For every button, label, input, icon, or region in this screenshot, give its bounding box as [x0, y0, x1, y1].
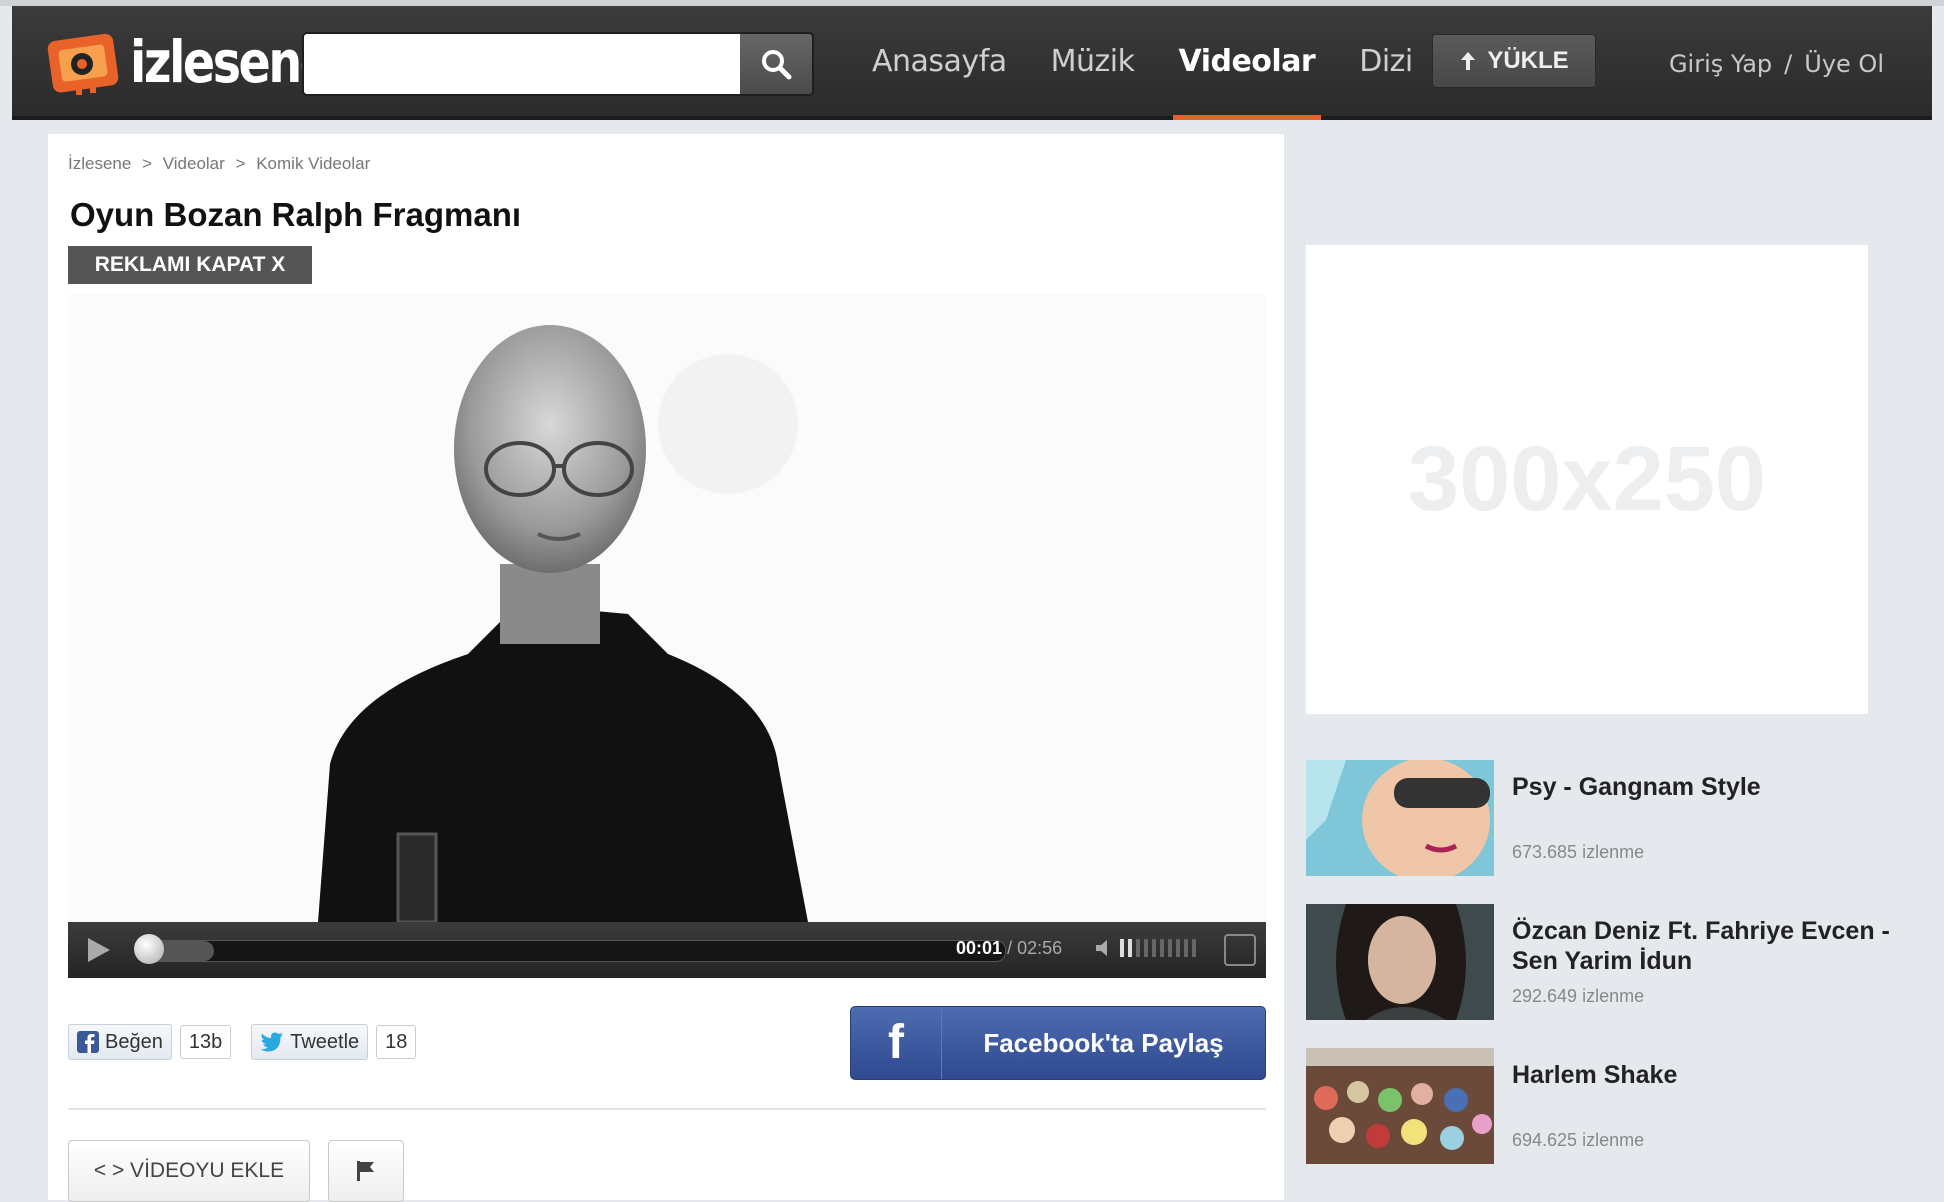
fullscreen-icon[interactable] — [1224, 934, 1256, 966]
progress-bar[interactable] — [144, 940, 1006, 962]
volume-bar — [1144, 939, 1148, 957]
breadcrumb: İzlesene > Videolar > Komik Videolar — [68, 154, 376, 174]
video-thumbnail[interactable] — [1306, 1048, 1494, 1164]
current-time: 00:01 — [956, 938, 1003, 958]
list-item[interactable]: Psy - Gangnam Style 673.685 izlenme — [1306, 760, 1926, 878]
thumbnail-image — [1306, 1048, 1494, 1164]
facebook-share-label: Facebook'ta Paylaş — [983, 1027, 1224, 1058]
search-icon — [762, 50, 792, 80]
nav-music[interactable]: Müzik — [1051, 6, 1135, 116]
volume-control[interactable] — [1094, 938, 1196, 958]
report-button[interactable] — [328, 1140, 404, 1202]
video-panel: İzlesene > Videolar > Komik Videolar Oyu… — [48, 134, 1284, 1202]
related-views: 694.625 izlenme — [1512, 1130, 1645, 1150]
breadcrumb-home[interactable]: İzlesene — [68, 154, 131, 173]
close-ad-button[interactable]: REKLAMI KAPAT X — [68, 246, 312, 284]
total-time: 02:56 — [1017, 938, 1063, 958]
thumbnail-image — [1306, 904, 1494, 1020]
video-player-screen[interactable] — [68, 294, 1266, 922]
volume-bar — [1176, 939, 1180, 957]
related-views: 673.685 izlenme — [1512, 842, 1645, 862]
facebook-icon — [77, 1031, 99, 1053]
like-count: 13b — [179, 1025, 232, 1059]
player-controls: 00:01 / 02:56 — [68, 922, 1266, 978]
search-box — [302, 32, 814, 96]
time-separator: / — [1007, 938, 1013, 958]
breadcrumb-sep: > — [142, 154, 152, 173]
login-link[interactable]: Giriş Yap — [1669, 50, 1772, 78]
breadcrumb-sep: > — [235, 154, 246, 173]
login-separator: / — [1784, 50, 1793, 78]
related-views: 292.649 izlenme — [1512, 986, 1645, 1006]
related-title[interactable]: Özcan Deniz Ft. Fahriye Evcen - Sen Yari… — [1512, 916, 1902, 976]
login-area: Giriş Yap / Üye Ol — [1663, 50, 1890, 78]
video-thumbnail[interactable] — [1306, 904, 1494, 1020]
main-nav: Anasayfa Müzik Videolar Dizi — [872, 6, 1457, 120]
tweet-label: Tweetle — [290, 1030, 360, 1053]
divider — [68, 1108, 1266, 1110]
related-title[interactable]: Harlem Shake — [1512, 1060, 1902, 1090]
facebook-share-button[interactable]: f Facebook'ta Paylaş — [850, 1006, 1266, 1080]
logo-text: izlesene — [130, 28, 332, 96]
upload-arrow-icon — [1461, 52, 1476, 70]
volume-bar — [1184, 939, 1188, 957]
flag-icon — [357, 1161, 374, 1181]
related-title[interactable]: Psy - Gangnam Style — [1512, 772, 1902, 802]
thumbnail-image — [1306, 760, 1494, 876]
speaker-icon — [1096, 940, 1107, 956]
signup-link[interactable]: Üye Ol — [1804, 50, 1884, 78]
volume-bar — [1152, 939, 1156, 957]
play-icon[interactable] — [84, 936, 114, 964]
progress-knob[interactable] — [134, 934, 164, 964]
nav-series[interactable]: Dizi — [1359, 6, 1413, 116]
volume-bar — [1192, 939, 1196, 957]
tweet-count: 18 — [376, 1025, 417, 1059]
like-label: Beğen — [105, 1030, 163, 1053]
twitter-bird-icon — [260, 1032, 284, 1052]
site-header: izlesene Anasayfa Müzik Videolar Dizi YÜ… — [12, 6, 1932, 120]
nav-videos[interactable]: Videolar — [1172, 6, 1321, 120]
upload-button[interactable]: YÜKLE — [1432, 34, 1596, 88]
tweet-button[interactable]: Tweetle — [251, 1024, 369, 1060]
volume-bar — [1160, 939, 1164, 957]
volume-bar — [1136, 939, 1140, 957]
facebook-f-icon: f — [851, 1007, 942, 1079]
list-item[interactable]: Harlem Shake 694.625 izlenme — [1306, 1048, 1926, 1166]
search-button[interactable] — [740, 34, 812, 94]
embed-video-button[interactable]: < > VİDEOYU EKLE — [68, 1140, 310, 1202]
volume-bar — [1128, 939, 1132, 957]
breadcrumb-category[interactable]: Komik Videolar — [256, 154, 370, 173]
time-display: 00:01 / 02:56 — [956, 938, 1062, 959]
video-thumbnail[interactable] — [1306, 760, 1494, 876]
video-title: Oyun Bozan Ralph Fragmanı — [70, 196, 522, 233]
breadcrumb-videos[interactable]: Videolar — [163, 154, 225, 173]
volume-bar — [1168, 939, 1172, 957]
ad-size-label: 300x250 — [1407, 428, 1767, 530]
search-input[interactable] — [304, 34, 740, 94]
nav-home[interactable]: Anasayfa — [872, 6, 1007, 116]
video-frame-image — [68, 294, 1266, 922]
logo-tv-icon — [47, 33, 119, 95]
social-bar: Beğen 13b Tweetle 18 — [68, 1024, 436, 1060]
facebook-like-button[interactable]: Beğen — [68, 1024, 172, 1060]
ad-placeholder[interactable]: 300x250 — [1306, 245, 1868, 714]
volume-bar — [1120, 939, 1124, 957]
upload-label: YÜKLE — [1487, 47, 1569, 74]
list-item[interactable]: Özcan Deniz Ft. Fahriye Evcen - Sen Yari… — [1306, 904, 1926, 1022]
